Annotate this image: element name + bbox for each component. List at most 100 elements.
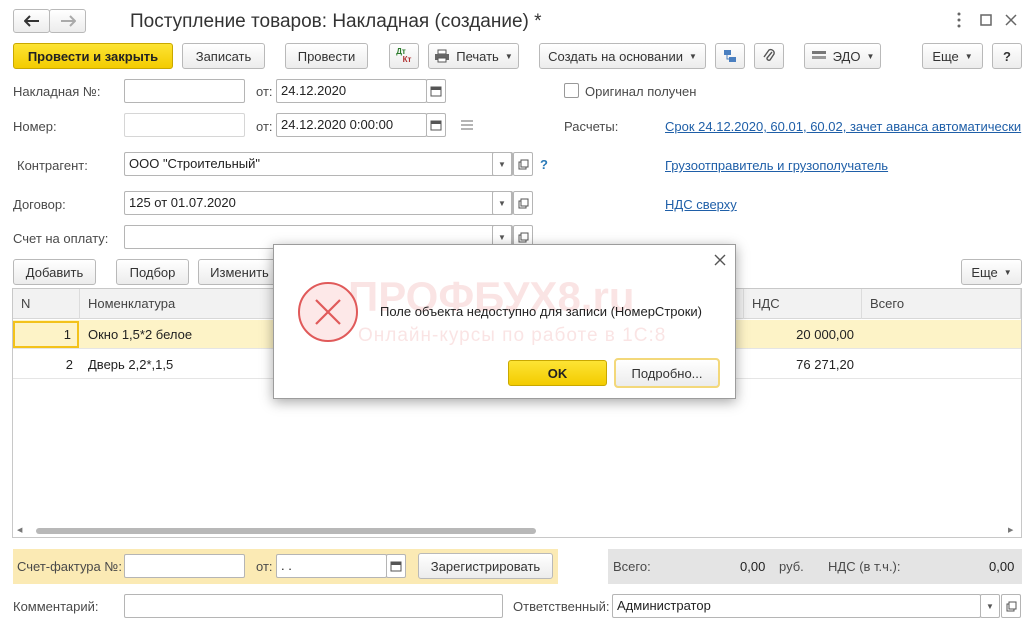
attach-button[interactable] — [754, 43, 784, 69]
window-close-icon[interactable] — [1004, 13, 1018, 27]
currency-label: руб. — [779, 559, 804, 574]
row-vat[interactable]: 76 271,20 — [744, 350, 854, 379]
row-name[interactable]: Окно 1,5*2 белое — [88, 320, 192, 349]
details-button[interactable]: Подробно... — [614, 358, 720, 388]
row-name[interactable]: Дверь 2,2*,1,5 — [88, 350, 173, 379]
number-datetime-input[interactable]: 24.12.2020 0:00:00 — [276, 113, 427, 137]
post-and-close-button[interactable]: Провести и закрыть — [13, 43, 173, 69]
forward-button[interactable] — [49, 9, 86, 33]
invoice-number-input[interactable] — [124, 79, 245, 103]
settlements-label: Расчеты: — [564, 119, 619, 134]
settlements-link[interactable]: Срок 24.12.2020, 60.01, 60.02, зачет ава… — [665, 119, 1021, 134]
add-row-button[interactable]: Добавить — [13, 259, 96, 285]
dialog-close-icon[interactable] — [714, 254, 726, 266]
arrow-right-icon — [60, 15, 76, 27]
create-based-label: Создать на основании — [548, 48, 683, 64]
shipper-consignee-link[interactable]: Грузоотправитель и грузополучатель — [665, 158, 888, 173]
error-icon — [297, 281, 359, 343]
calendar-button-2[interactable] — [426, 113, 446, 137]
window-title: Поступление товаров: Накладная (создание… — [130, 11, 542, 32]
chevron-down-icon: ▼ — [688, 51, 697, 61]
responsible-input[interactable]: Администратор — [612, 594, 981, 618]
total-value: 0,00 — [740, 559, 766, 574]
help-button[interactable]: ? — [992, 43, 1022, 69]
contract-input[interactable]: 125 от 01.07.2020 — [124, 191, 513, 215]
table-more-button[interactable]: Еще ▼ — [961, 259, 1022, 285]
tax-invoice-input[interactable] — [124, 554, 245, 578]
scroll-left-arrow[interactable]: ◀ — [17, 526, 22, 534]
chevron-down-icon: ▼ — [498, 159, 506, 169]
number-input[interactable] — [124, 113, 245, 137]
counterparty-help-icon[interactable]: ? — [540, 157, 548, 172]
edo-button[interactable]: ЭДО ▼ — [804, 43, 881, 69]
chevron-down-icon: ▼ — [866, 51, 875, 61]
number-date-label: от: — [256, 119, 273, 134]
calendar-icon — [430, 86, 442, 97]
print-label: Печать — [456, 48, 499, 64]
paperclip-icon — [763, 48, 775, 61]
total-label: Всего: — [613, 559, 651, 574]
chevron-down-icon: ▼ — [498, 198, 506, 208]
open-icon — [1006, 601, 1016, 611]
scroll-right-arrow[interactable]: ▶ — [1008, 526, 1013, 534]
watermark-tagline: Онлайн-курсы по работе в 1С:8 — [358, 325, 667, 346]
contract-dropdown-button[interactable]: ▼ — [492, 191, 512, 215]
contract-open-button[interactable] — [513, 191, 533, 215]
row-number[interactable]: 2 — [13, 350, 73, 379]
header-total[interactable]: Всего — [862, 289, 1021, 319]
payment-invoice-label: Счет на оплату: — [13, 231, 109, 246]
create-based-on-button[interactable]: Создать на основании ▼ — [539, 43, 706, 69]
ok-button[interactable]: OK — [508, 360, 607, 386]
save-button[interactable]: Записать — [182, 43, 265, 69]
open-icon — [518, 159, 528, 169]
header-vat[interactable]: НДС — [744, 289, 862, 319]
more-button[interactable]: Еще ▼ — [922, 43, 983, 69]
change-button[interactable]: Изменить — [198, 259, 281, 285]
chevron-down-icon: ▼ — [986, 601, 994, 611]
counterparty-input[interactable]: ООО "Строительный" — [124, 152, 513, 176]
register-button[interactable]: Зарегистрировать — [418, 553, 553, 579]
dt-kt-button[interactable]: Дт Кт — [389, 43, 419, 69]
responsible-open-button[interactable] — [1001, 594, 1021, 618]
print-button[interactable]: Печать ▼ — [428, 43, 519, 69]
printer-icon — [435, 49, 450, 63]
invoice-number-label: Накладная №: — [13, 84, 101, 99]
history-icon[interactable] — [460, 119, 474, 131]
horizontal-scrollbar[interactable] — [36, 528, 536, 534]
edo-label: ЭДО — [832, 48, 861, 64]
comment-label: Комментарий: — [13, 599, 99, 614]
contract-label: Договор: — [13, 197, 66, 212]
counterparty-open-button[interactable] — [513, 152, 533, 176]
more-vertical-icon[interactable] — [952, 10, 966, 30]
dt-kt-icon-bottom: Кт — [402, 55, 412, 64]
vat-on-top-link[interactable]: НДС сверху — [665, 197, 737, 212]
invoice-date-input[interactable]: 24.12.2020 — [276, 79, 427, 103]
original-received-checkbox[interactable] — [564, 83, 579, 98]
arrow-left-icon — [23, 15, 39, 27]
row-number-cell[interactable]: 1 — [13, 321, 79, 348]
structure-button[interactable] — [715, 43, 745, 69]
tax-invoice-date-input[interactable]: . . — [276, 554, 387, 578]
tax-invoice-calendar-button[interactable] — [386, 554, 406, 578]
header-n[interactable]: N — [13, 289, 80, 319]
row-vat[interactable]: 20 000,00 — [744, 320, 854, 349]
pick-button[interactable]: Подбор — [116, 259, 189, 285]
back-button[interactable] — [13, 9, 50, 33]
invoice-date-label: от: — [256, 84, 273, 99]
comment-input[interactable] — [124, 594, 503, 618]
row-number: 1 — [63, 327, 71, 342]
totals-panel — [608, 549, 1022, 584]
maximize-icon[interactable] — [979, 13, 993, 27]
row-total[interactable] — [862, 350, 1014, 379]
calendar-button[interactable] — [426, 79, 446, 103]
chevron-down-icon: ▼ — [964, 51, 973, 61]
open-icon — [518, 232, 528, 242]
post-button[interactable]: Провести — [285, 43, 368, 69]
tax-invoice-label: Счет-фактура №: — [17, 559, 122, 574]
row-total[interactable] — [862, 320, 1014, 349]
responsible-dropdown-button[interactable]: ▼ — [980, 594, 1000, 618]
counterparty-dropdown-button[interactable]: ▼ — [492, 152, 512, 176]
structure-icon — [724, 50, 736, 62]
dialog-message: Поле объекта недоступно для записи (Номе… — [380, 304, 703, 319]
more-label: Еще — [932, 48, 959, 64]
